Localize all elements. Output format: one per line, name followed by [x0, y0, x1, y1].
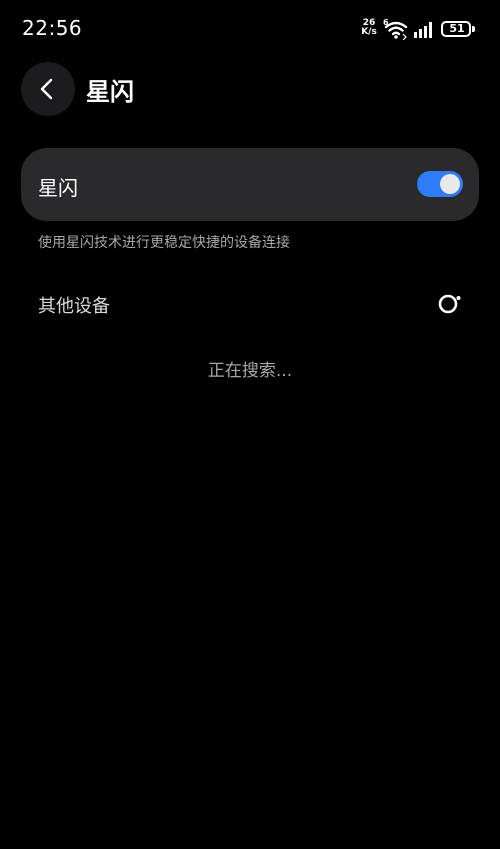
other-devices-label: 其他设备 — [38, 296, 110, 317]
toggle-knob — [440, 174, 460, 194]
battery-tip — [472, 26, 475, 32]
wifi-icon: 6 — [383, 18, 408, 40]
page-title: 星闪 — [86, 78, 134, 106]
nearlink-toggle-label: 星闪 — [38, 176, 78, 200]
back-button[interactable] — [21, 62, 75, 116]
status-time: 22:56 — [22, 16, 83, 40]
loading-spinner-icon — [438, 294, 461, 314]
nearlink-toggle-card: 星闪 — [21, 148, 479, 221]
battery-level: 51 — [449, 22, 465, 35]
nearlink-toggle-switch[interactable] — [417, 171, 463, 197]
battery-icon: 51 — [441, 21, 471, 37]
network-speed-indicator: 26 K/s — [359, 19, 379, 37]
feature-description: 使用星闪技术进行更稳定快捷的设备连接 — [38, 235, 290, 251]
searching-status: 正在搜索... — [207, 361, 293, 381]
signal-strength-icon — [414, 22, 432, 38]
status-bar: 22:56 26 K/s 6 51 — [0, 0, 500, 58]
network-speed-unit: K/s — [361, 27, 377, 37]
chevron-left-icon — [40, 78, 53, 100]
